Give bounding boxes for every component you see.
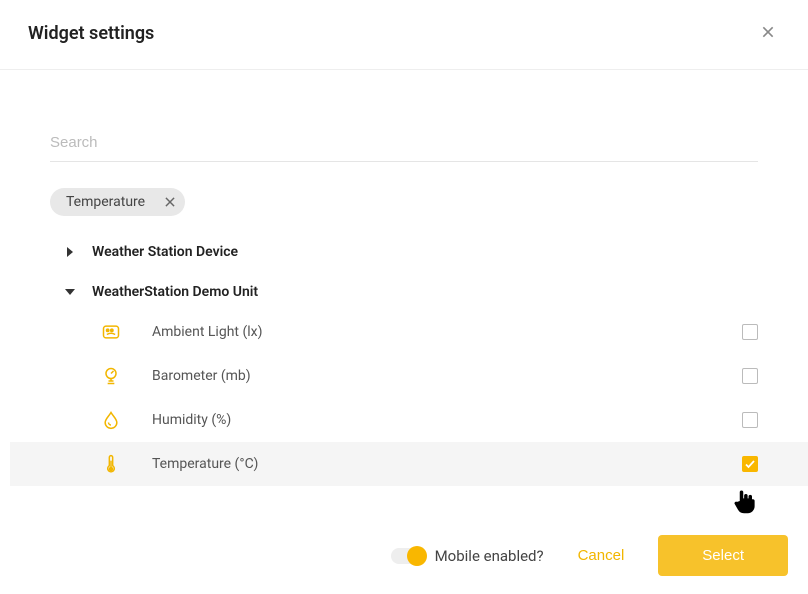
sensor-label: Barometer (mb)	[152, 368, 742, 384]
mobile-enabled-label: Mobile enabled?	[435, 547, 544, 565]
select-button[interactable]: Select	[658, 535, 788, 576]
sensor-row-ambient-light[interactable]: Ambient Light (lx)	[10, 310, 808, 354]
chip-remove-icon[interactable]	[163, 195, 177, 209]
sensor-checkbox-ambient[interactable]	[742, 324, 758, 340]
chevron-down-icon	[60, 287, 80, 297]
tree-node-weatherstation-demo-unit[interactable]: WeatherStation Demo Unit	[60, 274, 758, 310]
chevron-right-icon	[60, 247, 80, 257]
cancel-button[interactable]: Cancel	[570, 537, 633, 574]
widget-settings-dialog: Widget settings Temperature	[0, 0, 808, 594]
close-button[interactable]	[756, 20, 780, 47]
ambient-light-icon	[100, 321, 122, 343]
device-tree: Weather Station Device WeatherStation De…	[60, 234, 758, 486]
chip-label: Temperature	[66, 194, 145, 210]
tree-node-weather-station-device[interactable]: Weather Station Device	[60, 234, 758, 270]
sensor-list: Ambient Light (lx)	[10, 310, 808, 486]
sensor-row-temperature[interactable]: Temperature (°C)	[10, 442, 808, 486]
sensor-row-barometer[interactable]: Barometer (mb)	[10, 354, 808, 398]
mobile-enabled-toggle-wrap: Mobile enabled?	[391, 547, 544, 565]
sensor-row-humidity[interactable]: Humidity (%)	[10, 398, 808, 442]
close-icon	[760, 28, 776, 43]
sensor-checkbox-temperature[interactable]	[742, 456, 758, 472]
humidity-icon	[100, 409, 122, 431]
barometer-icon	[100, 365, 122, 387]
dialog-body: Temperature Weather Station Device Weath…	[0, 70, 808, 594]
sensor-checkbox-humidity[interactable]	[742, 412, 758, 428]
dialog-footer: Mobile enabled? Cancel Select	[391, 535, 788, 576]
sensor-label: Ambient Light (lx)	[152, 324, 742, 340]
filter-chip-temperature[interactable]: Temperature	[50, 188, 185, 216]
sensor-label: Humidity (%)	[152, 412, 742, 428]
dialog-title: Widget settings	[28, 23, 154, 44]
search-row	[50, 130, 758, 162]
temperature-icon	[100, 453, 122, 475]
tree-node-label: Weather Station Device	[92, 244, 238, 260]
tree-node-label: WeatherStation Demo Unit	[92, 284, 258, 300]
mobile-enabled-toggle[interactable]	[391, 548, 425, 564]
toggle-knob	[407, 546, 427, 566]
sensor-label: Temperature (°C)	[152, 456, 742, 472]
dialog-header: Widget settings	[0, 0, 808, 70]
search-input[interactable]	[50, 130, 758, 155]
sensor-checkbox-barometer[interactable]	[742, 368, 758, 384]
